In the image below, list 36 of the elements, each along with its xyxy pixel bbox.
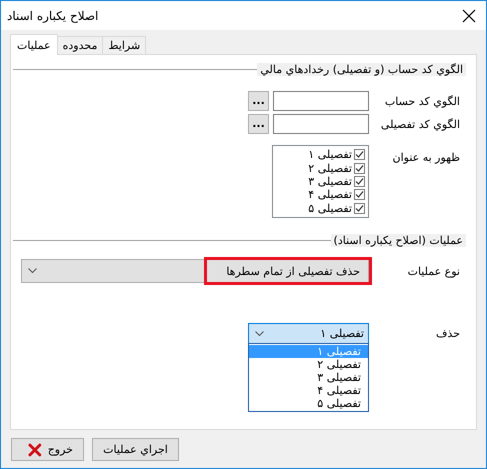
field-label: الگوي کد حساب bbox=[384, 94, 460, 108]
exit-button[interactable]: خروج bbox=[11, 438, 84, 461]
operation-type-dropdown[interactable]: حذف تفصیلی از تمام سطرها bbox=[21, 259, 369, 283]
dropdown-option[interactable]: تفصیلی ۳ bbox=[249, 371, 368, 384]
checkbox-label: تفصیلی ۵ bbox=[308, 202, 352, 215]
dropdown-option[interactable]: تفصیلی ۴ bbox=[249, 384, 368, 397]
window-title: اصلاح يکباره اسناد bbox=[7, 8, 98, 22]
checkbox[interactable] bbox=[354, 202, 365, 214]
checkbox-label: تفصیلی ۱ bbox=[308, 148, 352, 162]
field-label: الگوي کد تفصیلی bbox=[380, 118, 460, 130]
tab[interactable]: عملیات bbox=[10, 34, 58, 55]
close-icon[interactable] bbox=[462, 8, 476, 22]
browse-button[interactable]: ... bbox=[248, 91, 269, 111]
dropdown-option[interactable]: تفصیلی ۲ bbox=[249, 358, 368, 371]
tab[interactable]: شرایط bbox=[102, 36, 146, 54]
checkbox-label: تفصیلی ۲ bbox=[308, 162, 352, 175]
run-button[interactable]: اجراي عملیات bbox=[92, 438, 179, 461]
checkbox[interactable] bbox=[354, 189, 365, 200]
checkbox[interactable] bbox=[354, 176, 365, 187]
checkbox-label: تفصیلی ۳ bbox=[308, 174, 352, 188]
input-field[interactable] bbox=[273, 114, 369, 134]
browse-button[interactable]: ... bbox=[248, 114, 269, 134]
field-label: حذف bbox=[435, 327, 460, 340]
cross-icon bbox=[28, 442, 42, 456]
field-label: نوع عملیات bbox=[406, 264, 460, 278]
caret-icon bbox=[28, 268, 37, 274]
group-title: الگوي کد حساب (و تفصیلی) رخدادهاي مالي bbox=[257, 63, 466, 76]
checkbox[interactable] bbox=[354, 149, 365, 160]
input-field[interactable] bbox=[273, 91, 369, 111]
checkbox[interactable] bbox=[354, 162, 365, 174]
field-label: ظهور به عنوان bbox=[392, 150, 460, 164]
tab[interactable]: محدوده bbox=[56, 36, 104, 54]
checkbox-label: تفصیلی ۴ bbox=[308, 188, 352, 202]
caret-icon bbox=[255, 330, 264, 336]
group-title: عملیات (اصلاح يکباره اسناد) bbox=[330, 234, 466, 247]
dropdown-option[interactable]: تفصیلی ۵ bbox=[249, 397, 368, 410]
